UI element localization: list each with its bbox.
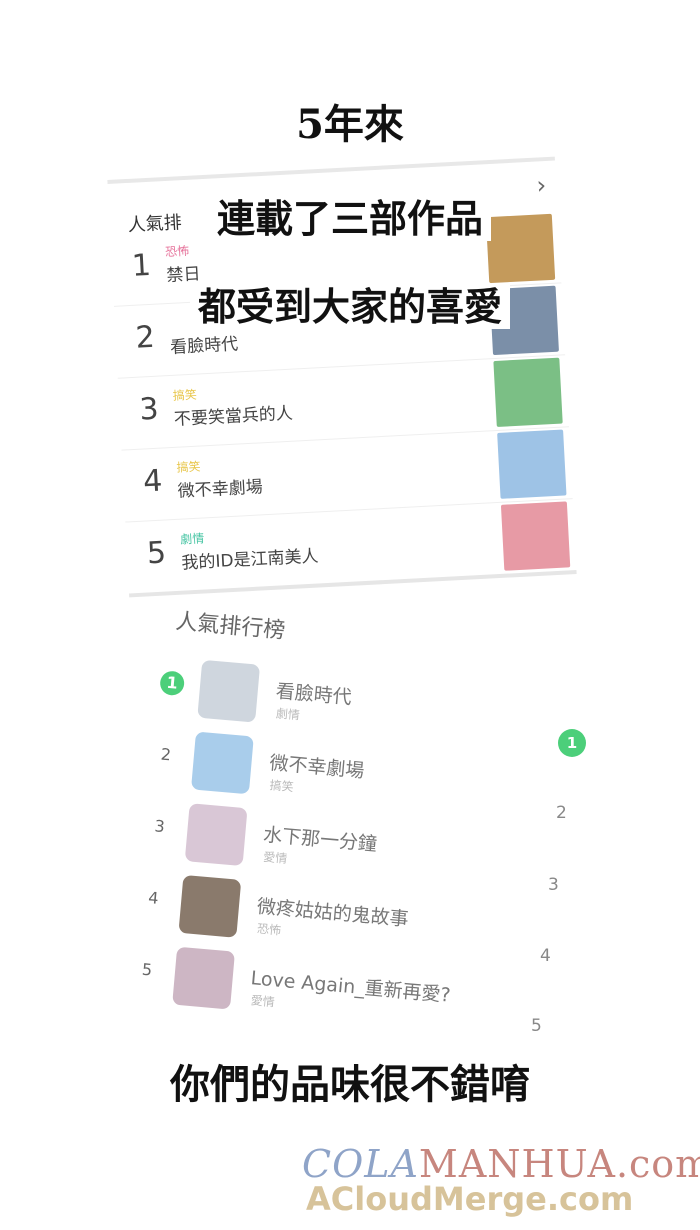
comic-title: 微不幸劇場 xyxy=(177,477,264,502)
comic-title: 不要笑當兵的人 xyxy=(173,403,294,430)
genre-tag: 搞笑 xyxy=(269,778,295,795)
caption-bottom: 你們的品味很不錯唷 xyxy=(170,1061,530,1108)
rank-number: 5 xyxy=(141,959,154,980)
genre-tag: 愛情 xyxy=(250,993,276,1010)
caption-line-2: 都受到大家的喜愛 xyxy=(0,276,700,331)
genre-tag: 愛情 xyxy=(262,849,288,866)
rank-number: 3 xyxy=(153,816,166,837)
rank-number: 4 xyxy=(147,888,160,908)
genre-tag: 劇情 xyxy=(275,706,301,723)
comic-title: Love Again_重新再愛? xyxy=(249,967,452,1007)
rank-badge: 1 xyxy=(159,670,186,697)
comic-thumbnail xyxy=(184,803,248,867)
side-rank-number: 5 xyxy=(531,1016,542,1036)
comic-thumbnail xyxy=(497,429,567,499)
rank-number: 4 xyxy=(142,463,164,500)
genre-tag: 搞笑 xyxy=(172,387,198,403)
caption-line-1: 連載了三部作品 xyxy=(0,188,700,243)
comic-thumbnail xyxy=(178,874,242,938)
comic-thumbnail xyxy=(172,946,236,1010)
genre-tag: 恐怖 xyxy=(256,921,282,938)
side-rank-number: 3 xyxy=(548,875,559,895)
comic-title: 看臉時代 xyxy=(169,334,239,358)
side-rank-number: 4 xyxy=(540,946,551,966)
rank-number: 3 xyxy=(138,391,160,428)
rank-number: 2 xyxy=(160,744,172,765)
rank-number: 5 xyxy=(146,535,167,572)
comic-thumbnail xyxy=(197,659,261,723)
ranking-card-2: 人氣排行榜 1 看臉時代 劇情 2 微不幸劇場 搞笑 3 水下那一分鐘 愛情 4… xyxy=(91,593,596,1052)
caption-top: 5年來 xyxy=(296,101,404,148)
comic-thumbnail xyxy=(190,731,254,795)
watermark-line-2: ACloudMerge.com xyxy=(306,1180,634,1218)
genre-tag: 搞笑 xyxy=(176,459,201,475)
caption-line-1-text: 連載了三部作品 xyxy=(208,196,491,241)
comic-thumbnail xyxy=(493,357,563,427)
caption-line-2-text: 都受到大家的喜愛 xyxy=(189,284,510,329)
genre-tag: 劇情 xyxy=(179,531,205,547)
ranking-header: 人氣排行榜 xyxy=(174,609,287,644)
genre-tag: 恐怖 xyxy=(164,243,190,260)
side-rank-badge: 1 xyxy=(558,729,586,757)
comic-thumbnail xyxy=(500,501,571,571)
side-rank-number: 2 xyxy=(556,803,567,823)
